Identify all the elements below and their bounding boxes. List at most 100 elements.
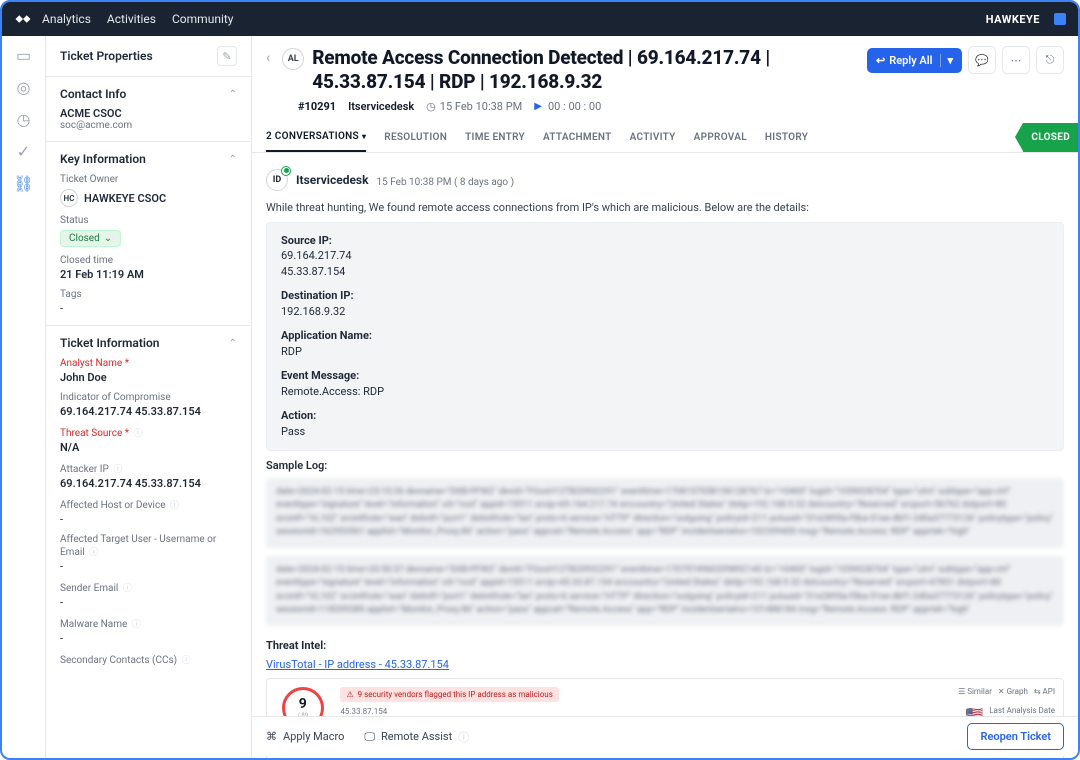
vt-similar-button[interactable]: ☰ Similar <box>958 687 992 696</box>
malware-label: Malware Name ⓘ <box>60 617 237 630</box>
sidebar-title: Ticket Properties <box>60 49 153 63</box>
event-msg-label: Event Message: <box>281 369 359 382</box>
rail-check-icon[interactable]: ✓ <box>15 142 33 160</box>
logo-icon <box>14 13 32 25</box>
src-ip-label: Source IP: <box>281 234 332 247</box>
brand-square-icon <box>1054 13 1066 25</box>
closed-time-label: Closed time <box>60 255 237 266</box>
reply-all-label: Reply All <box>889 54 932 67</box>
more-button[interactable]: ⋯ <box>1002 46 1030 74</box>
app-name-label: Application Name: <box>281 329 372 342</box>
tab-conversations[interactable]: 2 CONVERSATIONS▾ <box>266 123 366 152</box>
affected-host-label: Affected Host or Device ⓘ <box>60 498 237 511</box>
chevron-up-icon[interactable]: ⌃ <box>229 338 237 349</box>
sample-log-label: Sample Log: <box>266 459 1064 472</box>
vt-last-analysis-label: Last Analysis Date <box>989 706 1055 715</box>
status-value: Closed <box>69 233 100 244</box>
info-icon[interactable]: ⓘ <box>89 548 98 558</box>
info-icon[interactable]: ⓘ <box>134 429 143 439</box>
status-pill[interactable]: Closed ⌄ <box>60 230 121 247</box>
sender-email-value: - <box>60 596 237 609</box>
chevron-up-icon[interactable]: ⌃ <box>229 154 237 165</box>
play-icon[interactable]: ▶ <box>534 101 542 112</box>
contact-email: soc@acme.com <box>60 120 237 131</box>
sidebar: Ticket Properties ✎ Contact Info ⌃ ACME … <box>46 36 252 758</box>
macro-icon: ⌘ <box>266 730 277 743</box>
reopen-ticket-button[interactable]: Reopen Ticket <box>967 723 1064 750</box>
tags-value: - <box>60 302 237 315</box>
affected-user-value: - <box>60 560 237 573</box>
tab-attachment[interactable]: ATTACHMENT <box>543 124 612 151</box>
rail-card-icon[interactable]: ▭ <box>15 46 33 64</box>
closed-flag: CLOSED <box>1023 123 1078 152</box>
ticket-owner-link[interactable]: Itservicedesk <box>348 100 414 113</box>
info-icon[interactable]: ⓘ <box>132 620 141 630</box>
threat-intel-link[interactable]: VirusTotal - IP address - 45.33.87.154 <box>266 658 449 671</box>
info-icon[interactable]: ⓘ <box>170 501 179 511</box>
vt-api-button[interactable]: ⇆ API <box>1034 687 1055 696</box>
info-icon[interactable]: ⓘ <box>458 729 469 745</box>
tab-activity[interactable]: ACTIVITY <box>630 124 676 151</box>
ioc-value: 69.164.217.74 45.33.87.154 <box>60 405 237 418</box>
ticket-title: Remote Access Connection Detected | 69.1… <box>312 46 849 94</box>
info-icon[interactable]: ⓘ <box>113 465 122 475</box>
action-label: Action: <box>281 409 316 422</box>
vt-graph-button[interactable]: ✕ Graph <box>998 687 1028 696</box>
brand-label: HAWKEYE <box>978 13 1048 26</box>
main-panel: ‹ AL Remote Access Connection Detected |… <box>252 36 1078 758</box>
malware-value: - <box>60 632 237 645</box>
status-label: Status <box>60 215 237 226</box>
nav-analytics[interactable]: Analytics <box>42 12 91 26</box>
dst-ip-label: Destination IP: <box>281 289 354 302</box>
threat-source-value: N/A <box>60 441 237 454</box>
attacker-ip-value: 69.164.217.74 45.33.87.154 <box>60 477 237 490</box>
key-info-title[interactable]: Key Information <box>60 152 146 166</box>
comment-button[interactable]: 💬 <box>968 46 996 74</box>
chevron-down-icon[interactable]: ▾ <box>940 54 953 67</box>
remote-assist-button[interactable]: 🖵Remote Assist ⓘ <box>364 729 469 745</box>
dst-ip-value: 192.168.9.32 <box>281 304 1049 320</box>
apply-macro-button[interactable]: ⌘Apply Macro <box>266 730 344 743</box>
edit-properties-button[interactable]: ✎ <box>217 46 237 66</box>
ticket-tabs: 2 CONVERSATIONS▾ RESOLUTION TIME ENTRY A… <box>252 123 1078 153</box>
threat-details-block: Source IP: 69.164.217.74 45.33.87.154 De… <box>266 222 1064 451</box>
event-msg-value: Remote.Access: RDP <box>281 384 1049 400</box>
back-button[interactable]: ‹ <box>262 46 274 70</box>
top-nav: Analytics Activities Community HAWKEYE <box>2 2 1078 36</box>
chevron-down-icon: ▾ <box>362 132 366 141</box>
tab-approval[interactable]: APPROVAL <box>694 124 747 151</box>
log-sample-1: date=2024-02-15 time=23:10:26 devname="D… <box>266 478 1064 548</box>
action-value: Pass <box>281 424 1049 440</box>
log-sample-2: date=2024-02-15 time=20:50:37 devname="D… <box>266 556 1064 626</box>
chevron-down-icon: ⌄ <box>104 233 112 244</box>
rail-link-icon[interactable]: ⛓ <box>15 174 33 192</box>
conversation-intro: While threat hunting, We found remote ac… <box>266 201 809 214</box>
tab-time-entry[interactable]: TIME ENTRY <box>465 124 525 151</box>
sender-avatar: ID <box>266 169 288 191</box>
src-ip-2: 45.33.87.154 <box>281 264 1049 280</box>
rail-clock-icon[interactable]: ◷ <box>15 110 33 128</box>
ticket-id: #10291 <box>298 100 336 113</box>
ticket-timer: 00 : 00 : 00 <box>548 100 601 113</box>
warning-icon: ⚠ <box>346 690 353 699</box>
ticket-info-title[interactable]: Ticket Information <box>60 336 159 350</box>
rail-user-icon[interactable]: ◎ <box>15 78 33 96</box>
conversation-content: ID Itservicedesk 15 Feb 10:38 PM ( 8 day… <box>252 153 1078 759</box>
footer-bar: ⌘Apply Macro 🖵Remote Assist ⓘ Reopen Tic… <box>252 716 1078 756</box>
info-icon[interactable]: ⓘ <box>123 584 132 594</box>
nav-community[interactable]: Community <box>172 12 233 26</box>
monitor-icon: 🖵 <box>364 730 375 744</box>
info-icon[interactable]: ⓘ <box>182 656 191 666</box>
chevron-up-icon[interactable]: ⌃ <box>229 89 237 100</box>
conversation-sender: Itservicedesk <box>296 173 369 187</box>
contact-info-title[interactable]: Contact Info <box>60 87 126 101</box>
tab-history[interactable]: HISTORY <box>765 124 808 151</box>
app-name-value: RDP <box>281 344 1049 360</box>
reply-all-button[interactable]: ↩ Reply All ▾ <box>867 48 962 73</box>
nav-activities[interactable]: Activities <box>107 12 156 26</box>
analyst-value: John Doe <box>60 371 237 384</box>
share-button[interactable]: ⎋ <box>1036 46 1064 74</box>
tab-resolution[interactable]: RESOLUTION <box>384 124 447 151</box>
conversation-time: 15 Feb 10:38 PM ( 8 days ago ) <box>377 177 515 188</box>
owner-label: Ticket Owner <box>60 174 237 185</box>
